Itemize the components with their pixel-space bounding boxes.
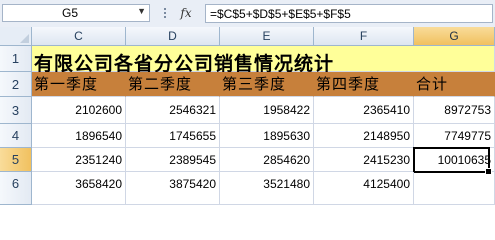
select-all-button[interactable] [0, 27, 32, 46]
table-cell[interactable]: 2148950 [314, 124, 414, 148]
table-cell[interactable]: 2415230 [314, 148, 414, 172]
header-cell-q4[interactable]: 第四季度 [314, 72, 414, 97]
table-cell[interactable] [414, 172, 495, 205]
table-cell[interactable]: 2351240 [32, 148, 126, 172]
table-cell[interactable]: 3521480 [220, 172, 314, 205]
row-header-4[interactable]: 4 [0, 124, 32, 148]
row-header-1[interactable]: 1 [0, 46, 32, 72]
table-cell[interactable]: 1896540 [32, 124, 126, 148]
active-cell-border [413, 147, 492, 175]
header-cell-total[interactable]: 合计 [414, 72, 495, 97]
table-cell[interactable]: 1745655 [126, 124, 220, 148]
row-header-2[interactable]: 2 [0, 72, 32, 97]
column-header-f[interactable]: F [314, 27, 414, 46]
column-header-c[interactable]: C [32, 27, 126, 46]
name-box-value: G5 [61, 6, 78, 20]
insert-function-button[interactable]: fx [174, 5, 198, 21]
table-cell[interactable]: 2102600 [32, 97, 126, 124]
header-cell-q2[interactable]: 第二季度 [126, 72, 220, 97]
table-cell[interactable]: 8972753 [414, 97, 495, 124]
table-cell[interactable]: 4125400 [314, 172, 414, 205]
header-cell-q3[interactable]: 第三季度 [220, 72, 314, 97]
table-cell[interactable]: 1895630 [220, 124, 314, 148]
spreadsheet-grid: C D E F G 1 2 3 4 5 6 有限公司各省分公司销售情况统计 第一… [0, 27, 495, 205]
row-header-5[interactable]: 5 [0, 148, 32, 172]
formula-bar: G5 ▼ fx =$C$5+$D$5+$E$5+$F$5 [0, 0, 495, 28]
table-cell[interactable]: 1958422 [220, 97, 314, 124]
row-header-3[interactable]: 3 [0, 97, 32, 124]
row-header-6[interactable]: 6 [0, 172, 32, 205]
chevron-down-icon[interactable]: ▼ [137, 6, 146, 16]
table-cell[interactable]: 2365410 [314, 97, 414, 124]
cell-g1[interactable] [414, 46, 495, 72]
column-header-d[interactable]: D [126, 27, 220, 46]
name-box[interactable]: G5 ▼ [2, 4, 150, 22]
table-cell[interactable]: 2389545 [126, 148, 220, 172]
column-header-e[interactable]: E [220, 27, 314, 46]
table-cell[interactable]: 2546321 [126, 97, 220, 124]
table-cell[interactable]: 3875420 [126, 172, 220, 205]
formula-input[interactable]: =$C$5+$D$5+$E$5+$F$5 [206, 4, 493, 23]
header-cell-q1[interactable]: 第一季度 [32, 72, 126, 97]
table-cell[interactable]: 2854620 [220, 148, 314, 172]
grip-dots-icon [162, 6, 168, 20]
table-cell[interactable]: 7749775 [414, 124, 495, 148]
table-cell[interactable]: 3658420 [32, 172, 126, 205]
column-header-g[interactable]: G [414, 27, 495, 46]
